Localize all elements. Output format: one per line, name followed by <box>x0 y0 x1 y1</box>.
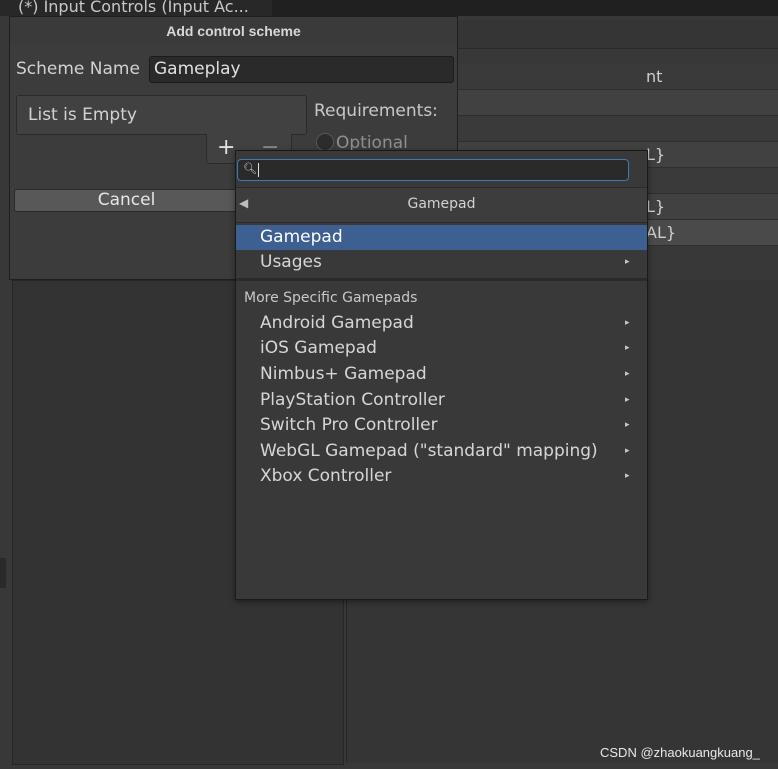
submenu-arrow-icon: ▸ <box>625 257 630 267</box>
menu-item-label: PlayStation Controller <box>260 390 445 410</box>
menu-item-label: Usages <box>260 252 322 272</box>
submenu-arrow-icon: ▸ <box>625 471 630 481</box>
background-row <box>458 90 778 116</box>
device-requirements-list: List is Empty <box>16 95 307 135</box>
search-icon: 🔍︎ <box>243 162 257 175</box>
dropdown-header-title: Gamepad <box>407 196 476 212</box>
dropdown-header: ◀ Gamepad <box>236 187 647 223</box>
menu-item-usages[interactable]: Usages ▸ <box>236 250 647 275</box>
menu-item-gamepad[interactable]: Gamepad <box>236 225 647 250</box>
scheme-name-label: Scheme Name <box>16 59 140 79</box>
scheme-name-input[interactable]: Gameplay <box>149 56 454 83</box>
submenu-arrow-icon: ▸ <box>625 369 630 379</box>
text-cursor <box>258 163 259 177</box>
requirements-label: Requirements: <box>314 101 438 121</box>
background-row: nt <box>458 64 778 90</box>
menu-separator <box>236 278 647 281</box>
menu-item-nimbus-gamepad[interactable]: Nimbus+ Gamepad ▸ <box>236 362 647 387</box>
menu-item-label: Gamepad <box>260 227 343 247</box>
background-row <box>458 116 778 142</box>
section-header: More Specific Gamepads <box>244 290 418 306</box>
window-title: (*) Input Controls (Input Ac... <box>18 0 249 16</box>
submenu-arrow-icon: ▸ <box>625 420 630 430</box>
optional-radio[interactable] <box>316 133 334 151</box>
menu-item-webgl-gamepad[interactable]: WebGL Gamepad ("standard" mapping) ▸ <box>236 439 647 464</box>
menu-item-label: WebGL Gamepad ("standard" mapping) <box>260 441 598 461</box>
list-empty-text: List is Empty <box>28 105 137 125</box>
menu-item-label: Switch Pro Controller <box>260 415 438 435</box>
submenu-arrow-icon: ▸ <box>625 395 630 405</box>
tab-strip <box>272 0 778 16</box>
menu-item-playstation-controller[interactable]: PlayStation Controller ▸ <box>236 388 647 413</box>
device-picker-dropdown: 🔍︎ ◀ Gamepad Gamepad Usages ▸ More Speci… <box>235 150 648 600</box>
menu-item-label: iOS Gamepad <box>260 338 377 358</box>
watermark: CSDN @zhaokuangkuang_ <box>600 745 760 760</box>
menu-item-android-gamepad[interactable]: Android Gamepad ▸ <box>236 311 647 336</box>
menu-item-xbox-controller[interactable]: Xbox Controller ▸ <box>236 464 647 489</box>
menu-item-label: Android Gamepad <box>260 313 414 333</box>
menu-item-label: Nimbus+ Gamepad <box>260 364 427 384</box>
cancel-button[interactable]: Cancel <box>14 189 239 212</box>
submenu-arrow-icon: ▸ <box>625 343 630 353</box>
menu-item-switch-pro-controller[interactable]: Switch Pro Controller ▸ <box>236 413 647 438</box>
search-input[interactable]: 🔍︎ <box>237 159 629 181</box>
menu-item-ios-gamepad[interactable]: iOS Gamepad ▸ <box>236 336 647 361</box>
window-tab[interactable]: (*) Input Controls (Input Ac... <box>0 0 272 16</box>
menu-item-label: Xbox Controller <box>260 466 392 486</box>
add-device-button[interactable]: + <box>217 134 235 162</box>
dialog-title: Add control scheme <box>10 17 457 45</box>
background-toolbar <box>458 20 778 49</box>
panel-divider <box>0 558 6 588</box>
submenu-arrow-icon: ▸ <box>625 318 630 328</box>
submenu-arrow-icon: ▸ <box>625 446 630 456</box>
